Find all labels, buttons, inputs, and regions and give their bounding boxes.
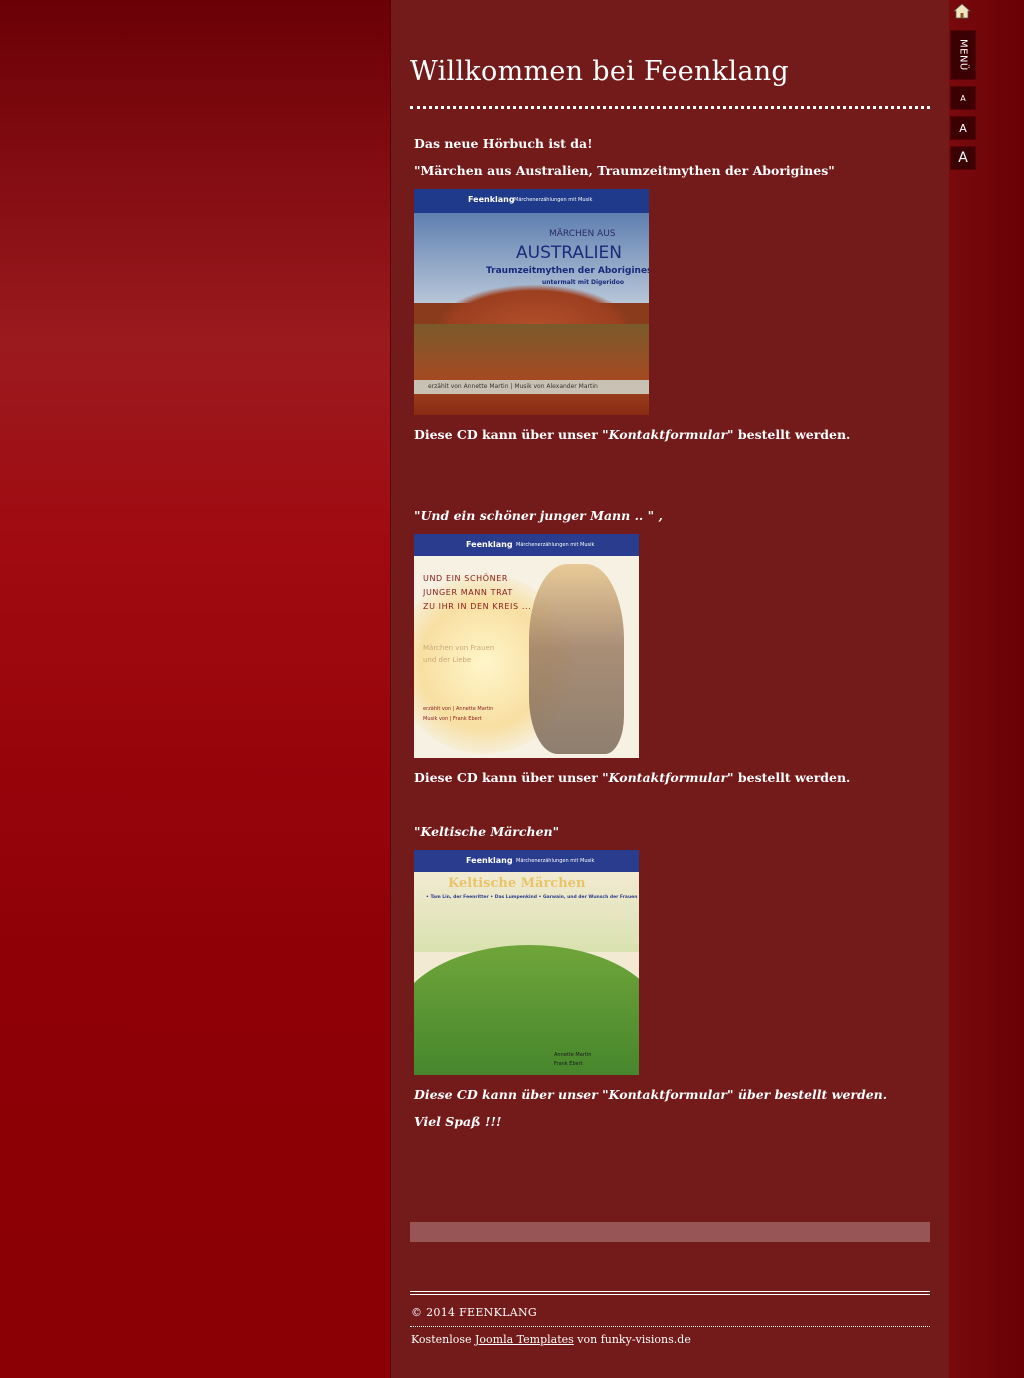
cover2-credit1: erzählt von | Annette Martin [423, 706, 494, 712]
book1-order-link[interactable]: "Kontaktformular" [602, 427, 733, 442]
cover1-line2: AUSTRALIEN [516, 243, 622, 263]
home-button[interactable] [950, 0, 974, 22]
book1-order-text: Diese CD kann über unser "Kontaktformula… [414, 427, 850, 442]
cover3-tagline: • Tam Lin, der Feenritter • Das Lumpenki… [426, 895, 638, 900]
cover2-brand: Feenklang [466, 540, 513, 549]
book3-title: "Keltische Märchen" [414, 824, 560, 839]
cover1-line3: Traumzeitmythen der Aborigines [486, 266, 649, 276]
book1-order-prefix: Diese CD kann über unser [414, 427, 603, 442]
book2-order-text: Diese CD kann über unser "Kontaktformula… [414, 770, 850, 785]
font-small-label: A [960, 93, 966, 103]
book2-order-link[interactable]: "Kontaktformular" [602, 770, 733, 785]
cover3-title: Keltische Märchen [448, 876, 586, 891]
cover2-subtitle1: Märchen von Frauen [423, 644, 495, 652]
cover2-subtitle2: und der Liebe [423, 656, 472, 664]
intro-text: Das neue Hörbuch ist da! [414, 136, 593, 151]
book2-title: "Und ein schöner junger Mann .. " , [414, 508, 663, 523]
font-medium-label: A [959, 121, 967, 135]
title-divider [410, 106, 930, 109]
cover2-sub: Märchenerzählungen mit Musik [516, 542, 595, 548]
book1-title: "Märchen aus Australien, Traumzeitmythen… [414, 163, 835, 178]
cover1-credits: erzählt von Annette Martin | Musik von A… [428, 383, 598, 390]
cover2-credit2: Musik von | Frank Ebert [423, 716, 482, 722]
cover2-line2: JUNGER MANN TRAT [423, 588, 513, 597]
menu-label: MENÜ [957, 39, 969, 71]
cover1-line4: untermalt mit Digeridoo [542, 279, 624, 286]
footer-credit: Kostenlose Joomla Templates von funky-vi… [411, 1333, 691, 1346]
footer-credit-suffix: von funky-visions.de [573, 1333, 691, 1346]
book2-order-prefix: Diese CD kann über unser [414, 770, 603, 785]
font-size-small-button[interactable]: A [950, 86, 976, 110]
cover-junger-mann-image: Feenklang Märchenerzählungen mit Musik U… [414, 534, 639, 758]
cover3-brand: Feenklang [466, 856, 513, 865]
closing-text: Viel Spaß !!! [414, 1114, 502, 1129]
cover3-credit1: Annette Martin [554, 1052, 592, 1058]
page-title: Willkommen bei Feenklang [410, 56, 790, 87]
font-size-medium-button[interactable]: A [950, 116, 976, 140]
cover2-line3: ZU IHR IN DEN KREIS ... [423, 602, 532, 611]
menu-button[interactable]: MENÜ [950, 30, 976, 80]
cover2-line1: UND EIN SCHÖNER [423, 574, 509, 583]
footer-bar [410, 1222, 930, 1242]
copyright: © 2014 FEENKLANG [411, 1306, 537, 1319]
cover-australien-image: Feenklang Märchenerzählungen mit Musik M… [414, 189, 649, 415]
home-icon [953, 3, 971, 19]
cover-keltische-maerchen-image: Feenklang Märchenerzählungen mit Musik K… [414, 850, 639, 1075]
cover3-credit2: Frank Ebert [554, 1061, 583, 1067]
cover1-sub: Märchenerzählungen mit Musik [514, 197, 593, 203]
footer-divider-bottom [410, 1294, 930, 1295]
cover3-sub: Märchenerzählungen mit Musik [516, 858, 595, 864]
left-background [0, 0, 391, 1378]
book2-order-suffix: bestellt werden. [733, 770, 851, 785]
cover1-line1: MÄRCHEN AUS [549, 229, 616, 239]
font-size-large-button[interactable]: A [950, 146, 976, 170]
book3-order-text: Diese CD kann über unser "Kontaktformula… [414, 1087, 888, 1102]
book1-order-suffix: bestellt werden. [733, 427, 851, 442]
footer-dotted-divider [410, 1326, 930, 1327]
font-large-label: A [958, 150, 968, 166]
right-background [949, 0, 1024, 1378]
cover1-brand: Feenklang [468, 195, 515, 204]
footer-credit-prefix: Kostenlose [411, 1333, 475, 1346]
footer-divider-top [410, 1291, 930, 1292]
joomla-templates-link[interactable]: Joomla Templates [475, 1333, 574, 1346]
